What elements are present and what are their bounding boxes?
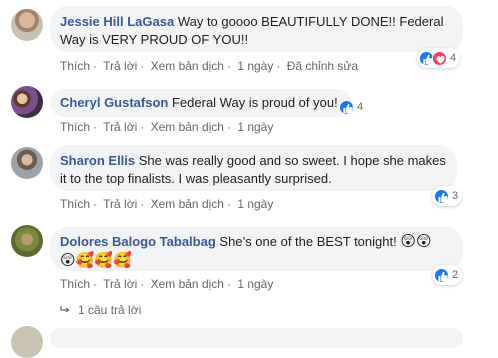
- avatar[interactable]: [11, 86, 43, 118]
- next-comment-avatar: [11, 326, 43, 358]
- like-link[interactable]: Thích: [60, 120, 90, 134]
- avatar[interactable]: [11, 147, 43, 179]
- love-icon: [432, 50, 447, 66]
- reaction-summary[interactable]: 3: [432, 186, 463, 206]
- comment-text: She was really good and so sweet. I hope…: [138, 153, 446, 168]
- reply-link[interactable]: Trả lời: [103, 59, 137, 73]
- comment-actions: Thích · Trả lời · Xem bản dịch · 1 ngày · Đã…: [60, 59, 359, 73]
- comment-author[interactable]: Jessie Hill LaGasa: [60, 14, 174, 29]
- like-icon: [434, 188, 449, 204]
- reaction-count: 4: [357, 101, 364, 113]
- translate-link[interactable]: Xem bản dịch: [151, 277, 224, 291]
- emoji-row: 😲🥰🥰🥰: [60, 251, 132, 269]
- translate-link[interactable]: Xem bản dịch: [151, 197, 224, 211]
- reply-link[interactable]: Trả lời: [103, 120, 137, 134]
- avatar[interactable]: [11, 9, 43, 41]
- reaction-summary[interactable]: 4: [417, 48, 461, 68]
- reaction-summary[interactable]: 2: [432, 265, 463, 285]
- comment-author[interactable]: Dolores Balogo Tabalbag: [60, 234, 216, 249]
- emoji-surprised: 😲😲: [400, 232, 432, 250]
- timestamp[interactable]: 1 ngày: [237, 197, 273, 211]
- comment-bubble: Sharon Ellis She was really good and so …: [50, 145, 457, 191]
- edited-label[interactable]: Đã chỉnh sửa: [287, 59, 358, 73]
- comment-text: Federal Way is proud of you!: [171, 95, 338, 110]
- comment-bubble: Jessie Hill LaGasa Way to goooo BEAUTIFU…: [50, 6, 463, 52]
- reply-arrow-icon: [60, 306, 70, 313]
- reply-count-label: 1 câu trả lời: [78, 303, 142, 317]
- comment-bubble: Cheryl Gustafson Federal Way is proud of…: [50, 89, 351, 117]
- comment-text: Way to goooo BEAUTIFULLY DONE!! Federal: [177, 14, 444, 29]
- like-icon: [434, 267, 449, 283]
- comment-actions: Thích · Trả lời · Xem bản dịch · 1 ngày: [60, 277, 274, 291]
- comment-author[interactable]: Sharon Ellis: [60, 153, 135, 168]
- reply-link[interactable]: Trả lời: [103, 197, 137, 211]
- like-link[interactable]: Thích: [60, 197, 90, 211]
- like-link[interactable]: Thích: [60, 277, 90, 291]
- comment-text: She’s one of the BEST tonight!: [219, 234, 397, 249]
- timestamp[interactable]: 1 ngày: [237, 59, 273, 73]
- reaction-count: 2: [452, 269, 459, 281]
- reaction-summary[interactable]: 4: [337, 97, 367, 117]
- comment-bubble: Dolores Balogo Tabalbag She’s one of the…: [50, 227, 463, 271]
- timestamp[interactable]: 1 ngày: [237, 277, 273, 291]
- comment-author[interactable]: Cheryl Gustafson: [60, 95, 168, 110]
- comment-text-cont: Way is VERY PROUD OF YOU!!: [60, 32, 249, 47]
- comment-actions: Thích · Trả lời · Xem bản dịch · 1 ngày: [60, 197, 274, 211]
- next-comment-bubble: [50, 328, 463, 348]
- like-link[interactable]: Thích: [60, 59, 90, 73]
- view-replies-link[interactable]: 1 câu trả lời: [60, 303, 141, 317]
- comment-text-cont: it to the top finalists. I was pleasantl…: [60, 171, 332, 186]
- reaction-count: 3: [452, 190, 459, 202]
- like-icon: [339, 99, 354, 115]
- translate-link[interactable]: Xem bản dịch: [151, 59, 224, 73]
- translate-link[interactable]: Xem bản dịch: [151, 120, 224, 134]
- comment-actions: Thích · Trả lời · Xem bản dịch · 1 ngày: [60, 120, 274, 134]
- reaction-count: 4: [450, 52, 457, 64]
- avatar[interactable]: [11, 225, 43, 257]
- reply-link[interactable]: Trả lời: [103, 277, 137, 291]
- timestamp[interactable]: 1 ngày: [237, 120, 273, 134]
